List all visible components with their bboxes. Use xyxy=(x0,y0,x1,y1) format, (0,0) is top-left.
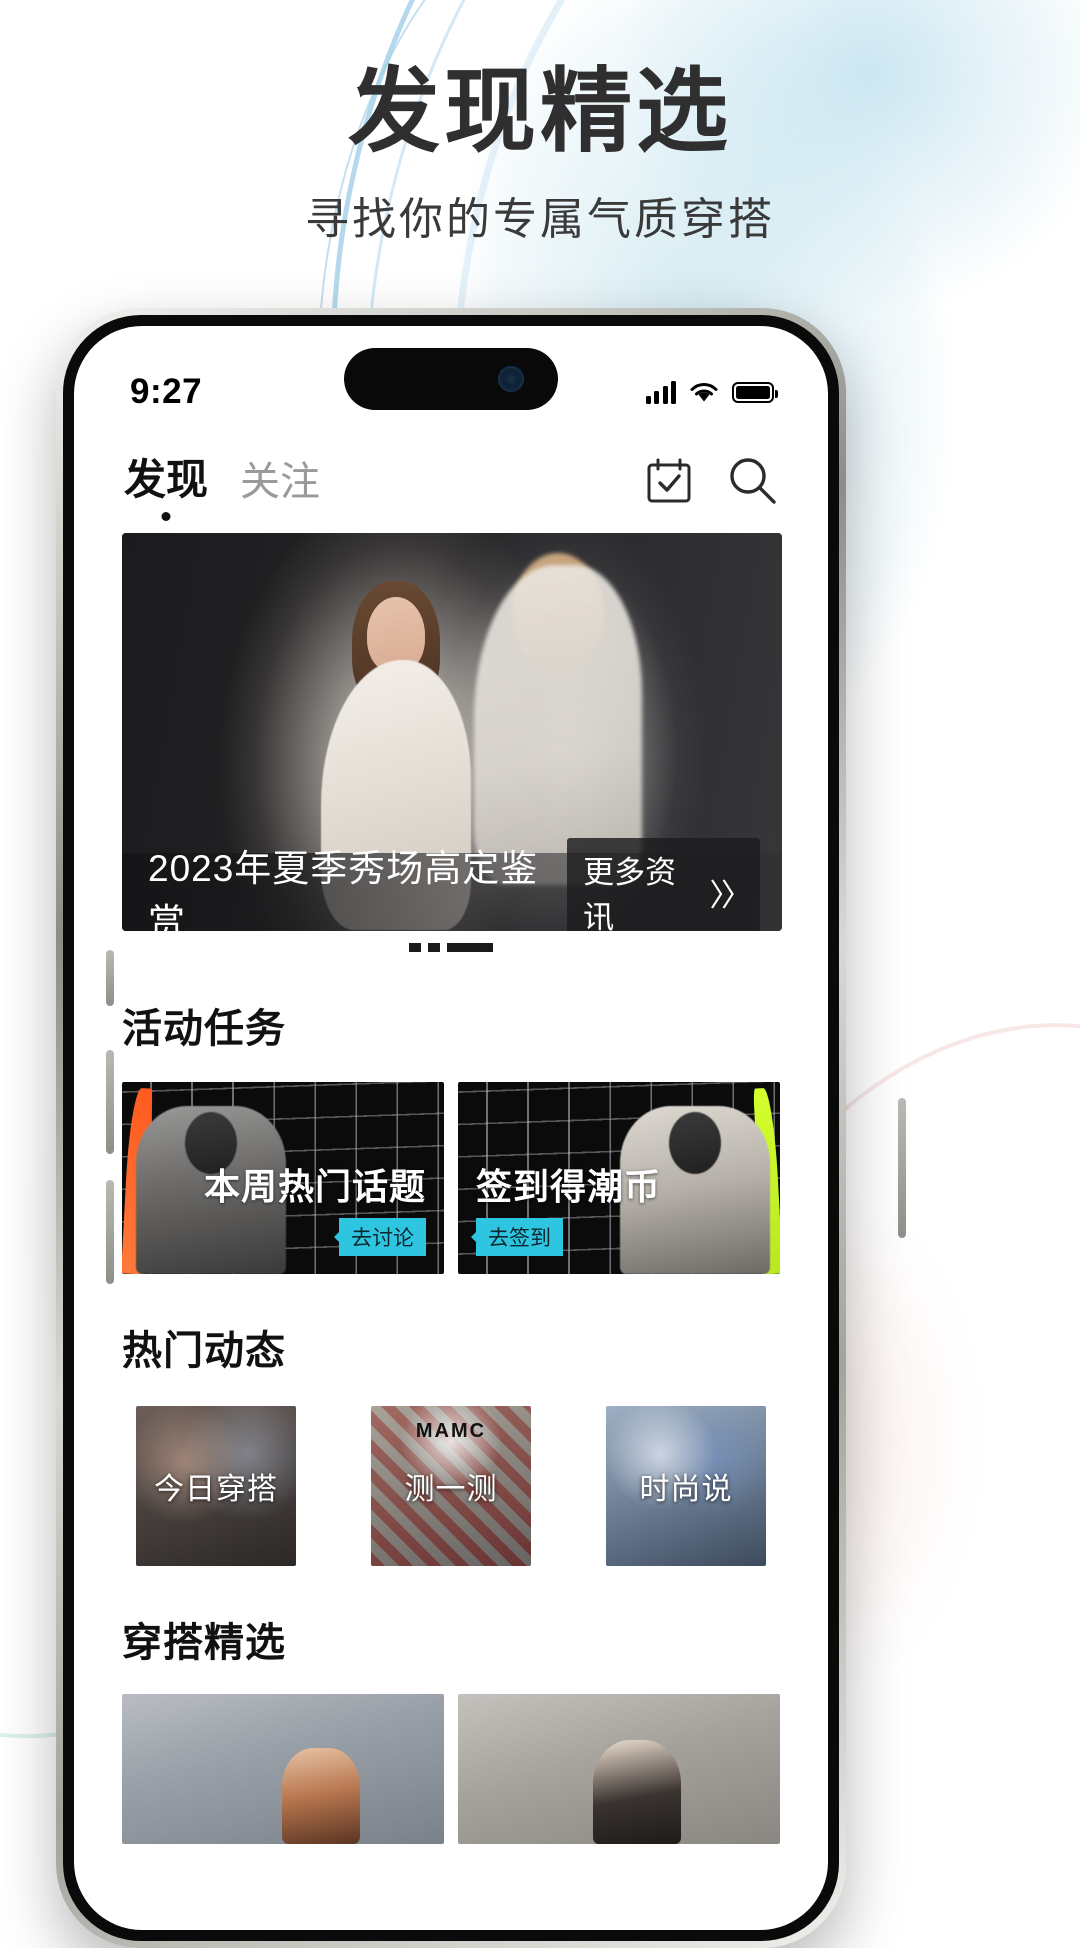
banner-model-2 xyxy=(473,564,642,885)
phone-screen: 9:27 发现 关注 2023年夏季秀场高定鉴赏 更多资讯 〉〉 活动任务 本周… xyxy=(74,326,828,1930)
tab-following[interactable]: 关注 xyxy=(240,449,320,515)
chevron-right-icon: 〉〉 xyxy=(709,877,752,913)
phone-bezel: 9:27 发现 关注 2023年夏季秀场高定鉴赏 更多资讯 〉〉 活动任务 本周… xyxy=(63,315,839,1941)
task-text-block: 本周热门话题 去讨论 xyxy=(204,1158,426,1256)
status-icon-group xyxy=(645,380,778,404)
section-title-hot: 热门动态 xyxy=(122,1329,286,1373)
volume-down-button[interactable] xyxy=(106,1180,114,1284)
thumbnail-fashion-talk[interactable]: 时尚说 xyxy=(606,1406,766,1566)
front-camera-icon xyxy=(498,366,524,392)
outfit-pick-card-1[interactable] xyxy=(122,1694,444,1844)
hero-banner[interactable]: 2023年夏季秀场高定鉴赏 更多资讯 〉〉 xyxy=(122,533,782,931)
task-card-row: 本周热门话题 去讨论 签到得潮币 去签到 xyxy=(74,1082,828,1274)
tab-discover[interactable]: 发现 xyxy=(124,446,208,515)
nav-icon-group xyxy=(640,452,782,510)
mute-switch[interactable] xyxy=(106,950,114,1006)
task-action-badge[interactable]: 去讨论 xyxy=(339,1218,426,1256)
page-title: 发现精选 xyxy=(347,61,732,163)
outfit-pick-row xyxy=(74,1694,828,1844)
phone-mockup: 9:27 发现 关注 2023年夏季秀场高定鉴赏 更多资讯 〉〉 活动任务 本周… xyxy=(56,308,906,1948)
task-title: 签到得潮币 xyxy=(476,1166,662,1207)
task-card-checkin[interactable]: 签到得潮币 去签到 xyxy=(458,1082,780,1274)
banner-caption-bar: 2023年夏季秀场高定鉴赏 更多资讯 〉〉 xyxy=(122,838,782,931)
calendar-check-icon[interactable] xyxy=(640,452,698,510)
poster-headline-block: 发现精选 寻找你的专属气质穿搭 xyxy=(0,61,1080,247)
dynamic-island xyxy=(344,348,558,410)
status-clock: 9:27 xyxy=(130,372,203,411)
task-title: 本周热门话题 xyxy=(203,1166,426,1207)
outfit-pick-card-2[interactable] xyxy=(458,1694,780,1844)
section-title-tasks: 活动任务 xyxy=(122,1007,286,1051)
wifi-icon xyxy=(690,382,718,401)
thumbnail-label: 今日穿搭 xyxy=(154,1473,278,1506)
cellular-bars-icon xyxy=(645,380,676,404)
carousel-indicator[interactable] xyxy=(74,943,828,952)
carousel-dot-1[interactable] xyxy=(409,943,421,952)
app-nav-bar: 发现 关注 xyxy=(74,432,828,515)
search-icon[interactable] xyxy=(724,452,782,510)
thumbnail-quiz[interactable]: MAMC 测一测 xyxy=(371,1406,531,1566)
task-card-hot-topic[interactable]: 本周热门话题 去讨论 xyxy=(122,1082,444,1274)
banner-title: 2023年夏季秀场高定鉴赏 xyxy=(148,848,539,931)
section-title-picks: 穿搭精选 xyxy=(122,1621,286,1665)
task-action-badge[interactable]: 去签到 xyxy=(476,1218,563,1256)
thumbnail-label: 测一测 xyxy=(404,1473,498,1506)
more-news-label: 更多资讯 xyxy=(583,855,677,931)
thumbnail-label: 时尚说 xyxy=(639,1473,733,1506)
carousel-dot-3-active[interactable] xyxy=(447,943,493,952)
power-button[interactable] xyxy=(898,1098,906,1238)
hot-thumbnail-row: 今日穿搭 MAMC 测一测 时尚说 xyxy=(74,1406,828,1566)
thumbnail-today-outfit[interactable]: 今日穿搭 xyxy=(136,1406,296,1566)
tab-group: 发现 关注 xyxy=(124,446,320,515)
carousel-dot-2[interactable] xyxy=(428,943,440,952)
volume-up-button[interactable] xyxy=(106,1050,114,1154)
task-text-block: 签到得潮币 去签到 xyxy=(476,1158,661,1256)
battery-icon xyxy=(732,381,778,403)
more-news-button[interactable]: 更多资讯 〉〉 xyxy=(567,838,760,931)
page-subtitle: 寻找你的专属气质穿搭 xyxy=(305,195,775,245)
